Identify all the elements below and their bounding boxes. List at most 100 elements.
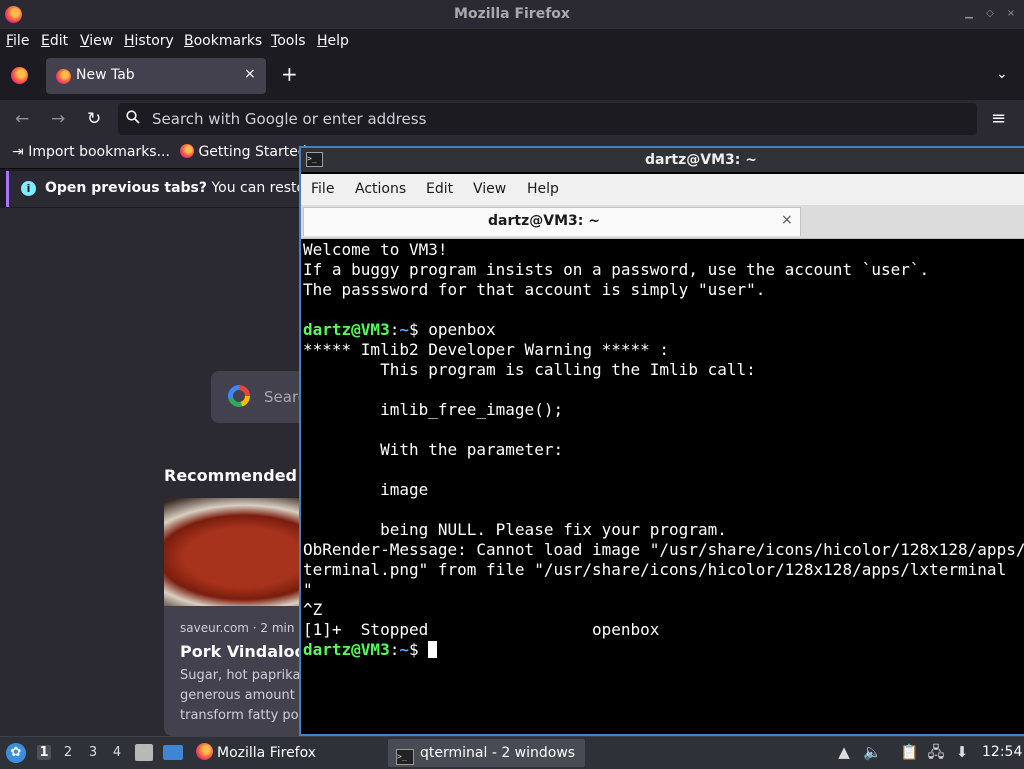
terminal-line: imlib_free_image(); xyxy=(303,400,564,419)
show-desktop-icon[interactable] xyxy=(163,745,183,760)
terminal-window-title: dartz@VM3: ~ xyxy=(645,152,757,168)
update-icon[interactable]: ⬇ xyxy=(953,743,971,761)
tab-label: New Tab xyxy=(76,67,135,83)
file-manager-icon[interactable] xyxy=(135,744,153,761)
term-menu-view[interactable]: View xyxy=(473,181,506,197)
workspace-1[interactable]: 1 xyxy=(37,745,51,760)
url-input[interactable] xyxy=(152,103,952,135)
prompt-user: dartz@VM3 xyxy=(303,640,390,659)
bookmark-import[interactable]: ⇥ Import bookmarks... xyxy=(12,144,170,160)
bookmark-getting-started[interactable]: Getting Started xyxy=(180,144,307,160)
terminal-window[interactable]: >_ dartz@VM3: ~ File Actions Edit View H… xyxy=(299,146,1024,736)
maximize-icon[interactable]: ◇ xyxy=(985,9,995,19)
back-icon[interactable]: ← xyxy=(15,109,29,129)
notification-text: Open previous tabs? You can restore xyxy=(45,180,319,196)
task-qterminal[interactable]: >_ qterminal - 2 windows xyxy=(388,739,586,767)
menu-file[interactable]: File xyxy=(6,33,29,49)
firefox-favicon-icon xyxy=(180,144,194,158)
new-tab-button[interactable]: + xyxy=(281,64,298,84)
workspace-2[interactable]: 2 xyxy=(61,745,75,760)
tab-new-tab[interactable]: New Tab × xyxy=(46,58,266,94)
google-logo-icon xyxy=(228,385,250,407)
firefox-favicon-icon xyxy=(56,69,71,84)
list-all-tabs-icon[interactable]: ⌄ xyxy=(996,66,1008,82)
terminal-task-icon: >_ xyxy=(396,749,414,765)
menu-help[interactable]: Help xyxy=(317,33,349,49)
prompt-sep: : xyxy=(389,320,400,339)
close-icon[interactable]: × xyxy=(1006,9,1016,19)
terminal-tab[interactable]: dartz@VM3: ~ × xyxy=(303,207,801,236)
firefox-titlebar[interactable]: Mozilla Firefox ▁ ◇ × xyxy=(0,0,1024,29)
term-menu-help[interactable]: Help xyxy=(527,181,559,197)
app-menu-icon[interactable]: ≡ xyxy=(991,108,1006,129)
terminal-line: terminal.png" from file "/usr/share/icon… xyxy=(303,560,1007,579)
prompt-symbol: $ xyxy=(408,640,429,659)
menu-view[interactable]: View xyxy=(80,33,113,49)
import-icon: ⇥ xyxy=(12,144,24,160)
bookmark-getting-started-label: Getting Started xyxy=(198,144,307,160)
card-source: saveur.com · 2 min xyxy=(180,621,295,635)
firefox-view-icon[interactable] xyxy=(11,67,28,84)
search-icon xyxy=(126,110,140,124)
terminal-line: ObRender-Message: Cannot load image "/us… xyxy=(303,540,1024,559)
terminal-prompt-line: dartz@VM3:~$ xyxy=(303,640,1024,660)
terminal-line: " xyxy=(303,580,313,599)
prompt-user: dartz@VM3 xyxy=(303,320,390,339)
taskbar: ✿ 1 2 3 4 Mozilla Firefox >_ qterminal - … xyxy=(0,736,1024,769)
prompt-path: ~ xyxy=(399,320,409,339)
terminal-line: ***** Imlib2 Developer Warning ***** : xyxy=(303,340,670,359)
prompt-sep: : xyxy=(389,640,400,659)
tab-close-icon[interactable]: × xyxy=(244,66,256,82)
prompt-symbol: $ xyxy=(408,320,429,339)
term-menu-edit[interactable]: Edit xyxy=(426,181,453,197)
terminal-line: image xyxy=(303,480,429,499)
firefox-task-icon xyxy=(196,743,213,760)
firefox-menubar: File Edit View History Bookmarks Tools H… xyxy=(0,29,1024,54)
menu-tools[interactable]: Tools xyxy=(271,33,306,49)
firefox-window-title: Mozilla Firefox xyxy=(454,6,570,22)
clock: 12:54 xyxy=(982,744,1023,760)
terminal-line: This program is calling the Imlib call: xyxy=(303,360,756,379)
url-bar[interactable] xyxy=(118,103,977,135)
card-title: Pork Vindaloo xyxy=(180,642,306,661)
terminal-titlebar[interactable]: >_ dartz@VM3: ~ xyxy=(301,148,1024,172)
bookmark-import-label: Import bookmarks... xyxy=(28,144,170,160)
terminal-output[interactable]: Welcome to VM3! If a buggy program insis… xyxy=(303,240,1024,736)
terminal-line: being NULL. Please fix your program. xyxy=(303,520,727,539)
firefox-tabbar: New Tab × + ⌄ xyxy=(0,54,1024,100)
term-menu-file[interactable]: File xyxy=(311,181,334,197)
text-cursor xyxy=(428,641,438,658)
prompt-path: ~ xyxy=(399,640,409,659)
terminal-tabbar: dartz@VM3: ~ × xyxy=(301,205,1024,239)
menu-edit[interactable]: Edit xyxy=(41,33,68,49)
task-firefox[interactable]: Mozilla Firefox xyxy=(196,739,316,767)
network-icon[interactable]: 🖧 xyxy=(927,743,945,761)
info-icon: i xyxy=(21,181,36,196)
terminal-tab-label: dartz@VM3: ~ xyxy=(488,213,600,229)
terminal-line: ^Z xyxy=(303,600,323,619)
term-menu-actions[interactable]: Actions xyxy=(355,181,406,197)
workspace-3[interactable]: 3 xyxy=(86,745,100,760)
terminal-line: With the parameter: xyxy=(303,440,564,459)
task-firefox-label: Mozilla Firefox xyxy=(217,745,317,761)
start-menu-icon[interactable]: ✿ xyxy=(6,743,26,763)
workspace-4[interactable]: 4 xyxy=(110,745,124,760)
terminal-prompt-line: dartz@VM3:~$ openbox xyxy=(303,320,1024,340)
terminal-tab-close-icon[interactable]: × xyxy=(781,212,793,228)
terminal-line: The passsword for that account is simply… xyxy=(303,280,766,299)
menu-history[interactable]: History xyxy=(124,33,174,49)
terminal-line: If a buggy program insists on a password… xyxy=(303,260,930,279)
clipboard-icon[interactable]: 📋 xyxy=(900,743,919,761)
menu-bookmarks[interactable]: Bookmarks xyxy=(184,33,262,49)
terminal-menubar: File Actions Edit View Help xyxy=(301,174,1024,205)
task-qterminal-label: qterminal - 2 windows xyxy=(420,745,576,761)
minimize-icon[interactable]: ▁ xyxy=(964,9,974,19)
tray-up-icon[interactable]: ▲ xyxy=(835,743,853,761)
reload-icon[interactable]: ↻ xyxy=(87,109,101,129)
notification-bold: Open previous tabs? xyxy=(45,180,208,196)
volume-icon[interactable]: 🔈 xyxy=(863,743,882,761)
forward-icon[interactable]: → xyxy=(51,109,65,129)
